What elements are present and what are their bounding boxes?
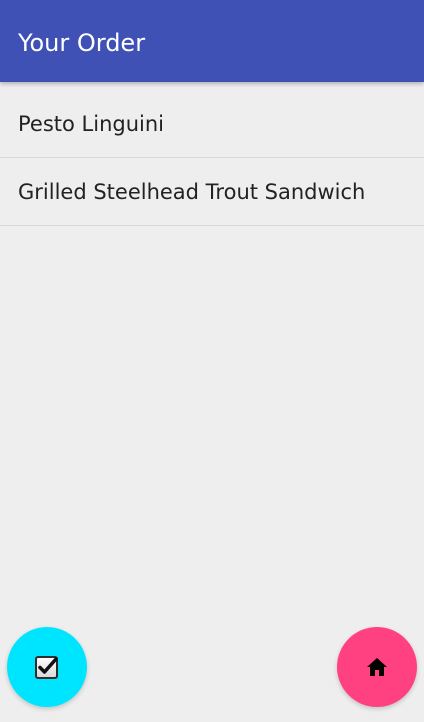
list-item[interactable]: Grilled Steelhead Trout Sandwich	[0, 158, 424, 226]
page-title: Your Order	[18, 29, 146, 57]
checkbox-icon	[35, 656, 58, 679]
home-button[interactable]	[337, 627, 417, 707]
confirm-order-button[interactable]	[7, 627, 87, 707]
order-item-label: Pesto Linguini	[18, 111, 164, 136]
home-icon	[367, 658, 387, 676]
order-list: Pesto Linguini Grilled Steelhead Trout S…	[0, 90, 424, 226]
app-bar: Your Order	[0, 0, 424, 82]
order-item-label: Grilled Steelhead Trout Sandwich	[18, 179, 366, 204]
list-item[interactable]: Pesto Linguini	[0, 90, 424, 158]
